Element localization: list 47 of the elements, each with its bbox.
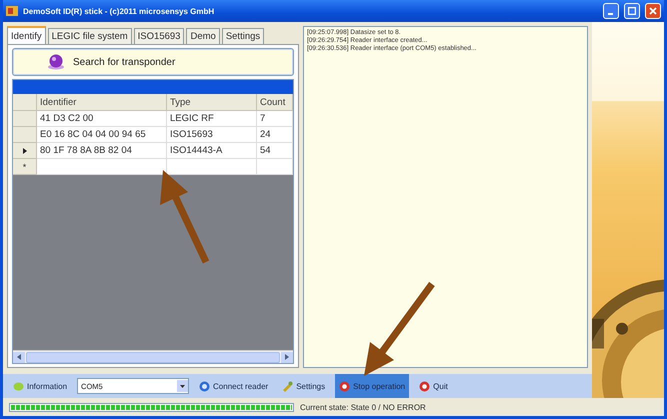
- toolbar-button[interactable]: Connect reader: [195, 374, 272, 398]
- ball-icon: [13, 382, 24, 390]
- table-cell: LEGIC RF: [167, 111, 257, 127]
- question-icon: [47, 54, 65, 70]
- dropdown-button[interactable]: [177, 380, 188, 392]
- tab[interactable]: Settings: [222, 28, 264, 44]
- column-header[interactable]: Count: [257, 94, 293, 111]
- tools-icon: [282, 380, 294, 392]
- toolbar-button[interactable]: Information: [9, 374, 72, 398]
- horizontal-scrollbar[interactable]: [13, 350, 293, 363]
- table-cell: 24: [257, 127, 293, 143]
- toolbar-button[interactable]: Settings: [278, 374, 330, 398]
- table-cell: 7: [257, 111, 293, 127]
- stop-icon: [339, 380, 350, 392]
- close-icon: [649, 7, 657, 15]
- tab[interactable]: LEGIC file system: [48, 28, 132, 44]
- current-row-icon: [22, 148, 26, 154]
- caret-icon: [180, 384, 186, 388]
- tab[interactable]: ISO15693: [134, 28, 184, 44]
- tab[interactable]: Identify: [7, 26, 46, 44]
- scroll-right-icon[interactable]: [285, 354, 289, 360]
- table-cell: E0 16 8C 04 04 00 94 65: [37, 127, 167, 143]
- table-cell: ISO15693: [167, 127, 257, 143]
- table-cell: ISO14443-A: [167, 143, 257, 159]
- row-header[interactable]: [13, 143, 37, 159]
- search-button[interactable]: Search for transponder: [12, 48, 294, 76]
- row-header: [13, 94, 37, 111]
- new-row-marker[interactable]: *: [13, 159, 37, 175]
- tab[interactable]: Demo: [186, 28, 220, 44]
- quit-icon: [419, 380, 430, 392]
- minimize-button[interactable]: [603, 3, 619, 19]
- toolbar-button[interactable]: Stop operation: [335, 374, 410, 398]
- close-button[interactable]: [645, 3, 661, 19]
- toolbar-button[interactable]: Quit: [415, 374, 452, 398]
- maximize-button[interactable]: [624, 3, 640, 19]
- table-cell: 80 1F 78 8A 8B 82 04: [37, 143, 167, 159]
- column-header[interactable]: Identifier: [37, 94, 167, 111]
- scroll-left-icon[interactable]: [17, 354, 21, 360]
- app-icon: [6, 6, 18, 16]
- table-cell: 41 D3 C2 00: [37, 111, 167, 127]
- window-title: DemoSoft ID(R) stick - (c)2011 microsensys GmbH: [23, 6, 216, 16]
- status-text: Current state: State 0 / NO ERROR: [300, 402, 426, 412]
- table-cell: [257, 159, 293, 175]
- globe-icon: [199, 380, 210, 392]
- column-header[interactable]: Type: [167, 94, 257, 111]
- table-cell: 54: [257, 143, 293, 159]
- maximize-icon: [628, 7, 636, 15]
